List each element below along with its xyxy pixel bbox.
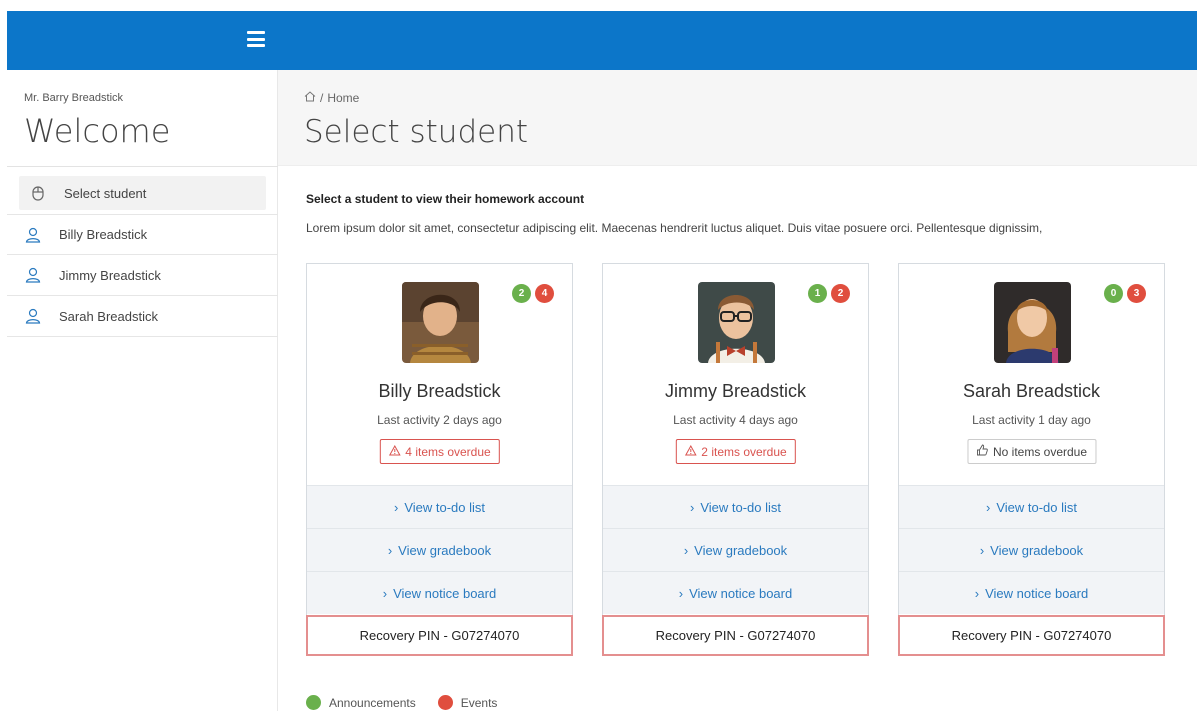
intro-title: Select a student to view their homework … xyxy=(306,192,585,206)
student-card-sarah: 0 3 Sarah Breadstick Last activity 1 day… xyxy=(898,263,1165,656)
events-badge: 3 xyxy=(1127,284,1146,303)
chevron-right-icon: › xyxy=(979,542,985,558)
overdue-text: No items overdue xyxy=(992,444,1088,459)
sidebar-nav: Select student Billy Breadstick Jimmy Br… xyxy=(7,176,278,337)
card-links: › View to-do list › View gradebook › View n… xyxy=(603,485,868,614)
top-bar xyxy=(7,11,1197,70)
link-label: View notice board xyxy=(689,585,793,601)
view-gradebook-link[interactable]: › View gradebook xyxy=(603,528,868,571)
breadcrumb-home[interactable]: Home xyxy=(327,91,359,105)
sidebar-item-label: Billy Breadstick xyxy=(59,227,148,242)
overdue-text: 2 items overdue xyxy=(701,444,787,459)
recovery-pin: Recovery PIN - G07274070 xyxy=(602,615,869,656)
breadcrumb: / Home xyxy=(304,91,359,105)
card-links: › View to-do list › View gradebook › View n… xyxy=(899,485,1164,614)
view-todo-link[interactable]: › View to-do list xyxy=(899,485,1164,528)
last-activity: Last activity 1 day ago xyxy=(972,413,1091,427)
legend-label: Events xyxy=(460,695,498,710)
announcements-badge: 2 xyxy=(512,284,531,303)
overdue-status: No items overdue xyxy=(966,439,1097,464)
mouse-icon xyxy=(29,184,47,202)
sidebar: Mr. Barry Breadstick Welcome Select stud… xyxy=(7,70,278,711)
student-name: Sarah Breadstick xyxy=(962,381,1101,401)
sidebar-item-label: Jimmy Breadstick xyxy=(59,267,161,283)
home-icon[interactable] xyxy=(304,91,316,105)
student-card-billy: 2 4 Billy Breadstick Last activity 2 day… xyxy=(306,263,573,656)
user-name: Mr. Barry Breadstick xyxy=(24,92,124,104)
overdue-status: 4 items overdue xyxy=(379,439,500,464)
student-name: Billy Breadstick xyxy=(378,381,501,401)
legend-announcements: Announcements xyxy=(306,695,416,710)
sidebar-item-sarah[interactable]: Sarah Breadstick xyxy=(7,296,278,337)
green-dot-icon xyxy=(306,695,321,710)
notification-badges: 2 4 xyxy=(512,284,554,303)
card-links: › View to-do list › View gradebook › View n… xyxy=(307,485,572,614)
link-label: View to-do list xyxy=(700,499,782,515)
student-photo xyxy=(994,282,1071,363)
link-label: View gradebook xyxy=(694,542,788,558)
chevron-right-icon: › xyxy=(974,585,980,601)
view-notice-board-link[interactable]: › View notice board xyxy=(307,571,572,614)
link-label: View to-do list xyxy=(404,499,486,515)
user-icon xyxy=(24,266,42,284)
chevron-right-icon: › xyxy=(985,499,991,515)
link-label: View to-do list xyxy=(996,499,1078,515)
legend-events: Events xyxy=(437,695,498,710)
user-icon xyxy=(24,226,42,244)
notification-badges: 1 2 xyxy=(808,284,850,303)
thumbs-up-icon xyxy=(976,444,988,459)
sidebar-item-label: Sarah Breadstick xyxy=(59,308,158,324)
recovery-pin: Recovery PIN - G07274070 xyxy=(306,615,573,656)
hamburger-menu-icon[interactable] xyxy=(247,31,265,47)
events-badge: 4 xyxy=(535,284,554,303)
chevron-right-icon: › xyxy=(689,499,695,515)
chevron-right-icon: › xyxy=(387,542,393,558)
last-activity: Last activity 2 days ago xyxy=(377,413,502,427)
sidebar-item-billy[interactable]: Billy Breadstick xyxy=(7,214,278,255)
sidebar-divider xyxy=(7,166,278,167)
link-label: View notice board xyxy=(393,585,497,601)
student-photo xyxy=(402,282,479,363)
link-label: View notice board xyxy=(985,585,1089,601)
announcements-badge: 1 xyxy=(808,284,827,303)
notification-badges: 0 3 xyxy=(1104,284,1146,303)
view-gradebook-link[interactable]: › View gradebook xyxy=(307,528,572,571)
student-name: Jimmy Breadstick xyxy=(664,381,807,401)
events-badge: 2 xyxy=(831,284,850,303)
student-card-jimmy: 1 2 Jimmy Breadstick Last activity 4 day… xyxy=(602,263,869,656)
intro-text: Lorem ipsum dolor sit amet, consectetur … xyxy=(306,221,1043,235)
welcome-heading: Welcome xyxy=(24,112,171,150)
sidebar-item-select-student[interactable]: Select student xyxy=(19,176,266,210)
warning-icon xyxy=(388,444,401,459)
recovery-pin: Recovery PIN - G07274070 xyxy=(898,615,1165,656)
legend-label: Announcements xyxy=(329,695,416,710)
page-title: Select student xyxy=(304,114,528,150)
chevron-right-icon: › xyxy=(393,499,399,515)
overdue-text: 4 items overdue xyxy=(405,444,491,459)
warning-icon xyxy=(684,444,697,459)
link-label: View gradebook xyxy=(990,542,1084,558)
view-notice-board-link[interactable]: › View notice board xyxy=(603,571,868,614)
sidebar-item-jimmy[interactable]: Jimmy Breadstick xyxy=(7,255,278,296)
view-todo-link[interactable]: › View to-do list xyxy=(603,485,868,528)
user-icon xyxy=(24,307,42,325)
view-notice-board-link[interactable]: › View notice board xyxy=(899,571,1164,614)
link-label: View gradebook xyxy=(398,542,492,558)
student-photo xyxy=(698,282,775,363)
breadcrumb-separator: / xyxy=(320,91,324,105)
chevron-right-icon: › xyxy=(678,585,684,601)
last-activity: Last activity 4 days ago xyxy=(673,413,798,427)
announcements-badge: 0 xyxy=(1104,284,1123,303)
legend: Announcements Events xyxy=(306,695,519,710)
chevron-right-icon: › xyxy=(382,585,388,601)
view-todo-link[interactable]: › View to-do list xyxy=(307,485,572,528)
sidebar-item-label: Select student xyxy=(64,185,147,201)
view-gradebook-link[interactable]: › View gradebook xyxy=(899,528,1164,571)
chevron-right-icon: › xyxy=(683,542,689,558)
overdue-status: 2 items overdue xyxy=(675,439,796,464)
page-header: / Home Select student xyxy=(278,70,1197,166)
red-dot-icon xyxy=(437,695,453,710)
